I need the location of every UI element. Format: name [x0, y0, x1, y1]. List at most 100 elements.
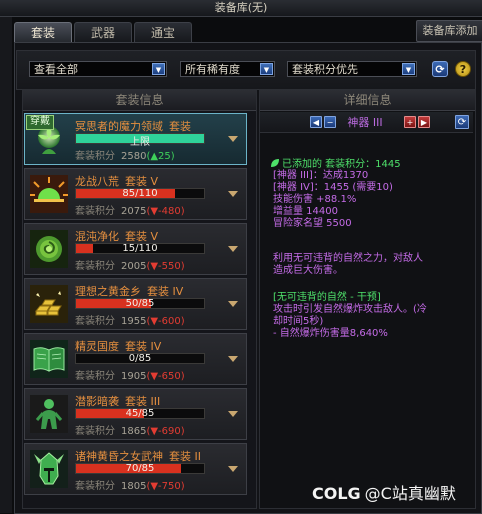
set-progress-text: 70/85 [125, 463, 155, 474]
set-name: 诸神黄昏之女武神 套装 II [75, 448, 201, 464]
set-score-delta: (▲25) [146, 151, 175, 162]
detail-line: 增益量 14400 [273, 206, 338, 218]
set-score: 套装积分 1905(▼-650) [75, 367, 185, 382]
chevron-down-icon: ▼ [402, 63, 415, 75]
detail-line-text: 冒险家名望 5500 [273, 218, 352, 229]
set-score-value: 1805 [121, 481, 147, 492]
view-filter-value: 查看全部 [34, 63, 78, 76]
help-button[interactable]: ? [455, 61, 471, 77]
colg-logo: COLG [312, 484, 361, 503]
tab-bar: 套装 武器 通宝 [14, 22, 192, 43]
set-score-value: 1865 [121, 426, 147, 437]
set-score: 套装积分 2005(▼-550) [75, 257, 185, 272]
refresh-icon: ⟳ [457, 117, 467, 128]
detail-line-text: 却时间5秒) [273, 316, 324, 327]
sort-dropdown[interactable]: 套装积分优先 ▼ [287, 61, 417, 77]
set-score-value: 1905 [121, 371, 147, 382]
rarity-filter-dropdown[interactable]: 所有稀有度 ▼ [180, 61, 275, 77]
detail-line-text: 造成巨大伤害。 [273, 265, 343, 276]
open-book-icon [30, 340, 68, 378]
rising-sun-icon [30, 175, 68, 213]
set-score-label: 套装积分 [75, 426, 115, 437]
detail-line: [神器 IV]：1455 (需要10) [273, 182, 393, 194]
expand-caret-icon[interactable] [228, 191, 238, 197]
question-mark-icon: ? [459, 63, 467, 76]
set-list-item[interactable]: 诸神黄昏之女武神 套装 II 70/85 套装积分 1805(▼-750) [24, 443, 247, 495]
set-name: 理想之黄金乡 套装 IV [75, 283, 183, 299]
set-name: 潜影暗袭 套装 III [75, 393, 160, 409]
set-score-label: 套装积分 [75, 481, 115, 492]
set-tier-text: 套装 [169, 120, 191, 133]
detail-line-text: [无可违背的自然 - 干预] [273, 292, 381, 303]
set-list-item[interactable]: 潜影暗袭 套装 III 45/85 套装积分 1865(▼-690) [24, 388, 247, 440]
chevron-down-icon: ▼ [152, 63, 165, 75]
next-tier-button[interactable]: ▶ [418, 116, 430, 128]
sort-value: 套装积分优先 [292, 63, 358, 76]
plus-icon: + [406, 118, 414, 127]
set-score-delta: (▼-750) [146, 481, 185, 492]
increase-button[interactable]: + [404, 116, 416, 128]
set-progress-bar: 85/110 [75, 188, 205, 199]
set-list-item[interactable]: 精灵国度 套装 IV 0/85 套装积分 1905(▼-650) [24, 333, 247, 385]
set-score-delta: (▼-600) [146, 316, 185, 327]
add-to-storage-button[interactable]: 装备库添加 [416, 20, 482, 42]
watermark: COLG @C站真幽默 [312, 480, 456, 504]
arrow-right-icon: ▶ [420, 118, 428, 127]
set-progress-text: 上限 [130, 137, 150, 148]
detail-refresh-button[interactable]: ⟳ [455, 115, 469, 129]
tab-weapons[interactable]: 武器 [74, 22, 132, 43]
detail-line-text: 技能伤害 +88.1% [273, 194, 357, 205]
expand-caret-icon[interactable] [228, 356, 238, 362]
detail-line: 利用无可违背的自然之力，对敌人 [273, 253, 423, 265]
set-name-text: 混沌净化 [75, 230, 119, 243]
set-name-text: 诸神黄昏之女武神 [75, 450, 163, 463]
set-list-item[interactable]: 理想之黄金乡 套装 IV 50/85 套装积分 1955(▼-600) [24, 278, 247, 330]
set-progress-bar: 0/85 [75, 353, 205, 364]
set-score-label: 套装积分 [75, 316, 115, 327]
set-name: 冥思者的魔力领域 套装 [75, 118, 191, 134]
set-score: 套装积分 1865(▼-690) [75, 422, 185, 437]
detail-line-text: [神器 III]：达成1370 [273, 170, 369, 181]
set-list-item[interactable]: 龙战八荒 套装 V 85/110 套装积分 2075(▼-480) [24, 168, 247, 220]
detail-line-text: - 自然爆炸伤害量8,640% [273, 328, 388, 339]
set-tier-text: 套装 IV [147, 285, 184, 298]
tab-sets[interactable]: 套装 [14, 22, 72, 43]
watermark-text: @C站真幽默 [364, 484, 456, 503]
set-progress-bar: 15/110 [75, 243, 205, 254]
detail-line: 攻击时引发自然爆炸攻击敌人。(冷 [273, 304, 427, 316]
set-progress-text: 15/110 [122, 243, 158, 254]
equipped-badge: 穿戴 [26, 115, 54, 130]
arrow-left-icon: ◀ [312, 118, 320, 127]
detail-line: [神器 III]：达成1370 [273, 170, 368, 182]
set-list-item[interactable]: 混沌净化 套装 V 15/110 套装积分 2005(▼-550) [24, 223, 247, 275]
expand-caret-icon[interactable] [228, 136, 238, 142]
expand-caret-icon[interactable] [228, 246, 238, 252]
set-tier-text: 套装 IV [125, 340, 162, 353]
set-name-text: 冥思者的魔力领域 [75, 120, 163, 133]
set-score-value: 2580 [121, 151, 147, 162]
set-score-label: 套装积分 [75, 206, 115, 217]
detail-line: - 自然爆炸伤害量8,640% [273, 328, 388, 340]
set-name: 龙战八荒 套装 V [75, 173, 158, 189]
expand-caret-icon[interactable] [228, 466, 238, 472]
set-progress-bar: 70/85 [75, 463, 205, 474]
expand-caret-icon[interactable] [228, 411, 238, 417]
detail-line: 技能伤害 +88.1% [273, 194, 356, 206]
left-edge-background [0, 16, 12, 513]
view-filter-dropdown[interactable]: 查看全部 ▼ [29, 61, 167, 77]
gold-bars-icon [30, 285, 68, 323]
detail-line-text: 增益量 14400 [273, 206, 338, 217]
detail-line-text: 已添加的 套装积分：1445 [282, 159, 401, 170]
refresh-button[interactable]: ⟳ [432, 61, 448, 77]
expand-caret-icon[interactable] [228, 301, 238, 307]
set-progress-text: 85/110 [122, 188, 158, 199]
set-score-label: 套装积分 [75, 371, 115, 382]
tab-treasure[interactable]: 通宝 [134, 22, 192, 43]
valkyrie-helmet-icon [30, 450, 68, 488]
set-list-item[interactable]: 穿戴 冥思者的魔力领域 套装 上限 套装积分 2580(▲25) [24, 113, 247, 165]
set-tier-text: 套装 III [125, 395, 161, 408]
set-score: 套装积分 1955(▼-600) [75, 312, 185, 327]
shadow-figure-icon [30, 395, 68, 433]
prev-tier-button[interactable]: ◀ [310, 116, 322, 128]
set-progress-text: 0/85 [128, 353, 152, 364]
